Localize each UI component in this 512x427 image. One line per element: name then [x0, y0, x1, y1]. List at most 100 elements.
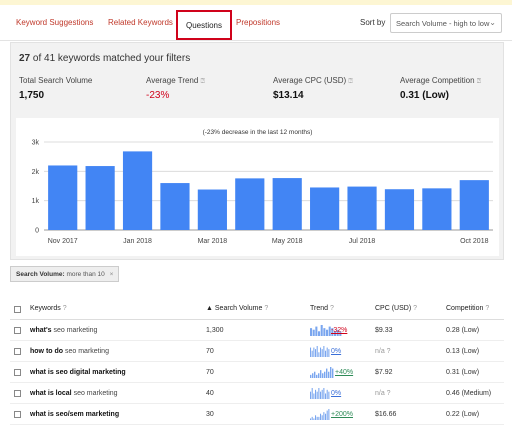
average-competition-label: Average Competition ⍰ [400, 76, 481, 85]
chart-bar[interactable] [122, 151, 153, 230]
keyword-cell[interactable]: what is seo digital marketing [30, 369, 126, 376]
tab-related-keywords[interactable]: Related Keywords [108, 18, 173, 27]
average-trend-label: Average Trend ⍰ [146, 76, 205, 85]
sparkline-bar [315, 415, 317, 420]
trend-sparkline [310, 409, 330, 420]
close-icon[interactable]: × [110, 271, 114, 278]
keyword-cell[interactable]: how to do seo marketing [30, 348, 109, 355]
competition-cell: 0.28 (Low) [446, 327, 480, 334]
chart-bar[interactable] [197, 189, 227, 230]
sparkline-bar [323, 412, 325, 420]
cpc-cell: $9.33 [375, 327, 393, 334]
sparkline-bar [316, 416, 318, 420]
column-cpc[interactable]: CPC (USD) ? [375, 305, 417, 312]
sparkline-bar [324, 371, 326, 378]
average-cpc-label: Average CPC (USD) ⍰ [273, 76, 353, 85]
column-keywords[interactable]: Keywords ? [30, 305, 67, 312]
help-icon[interactable]: ⍰ [348, 78, 352, 85]
chart-bar[interactable] [422, 188, 452, 230]
cpc-cell: n/a ? [375, 390, 391, 397]
column-competition[interactable]: Competition ? [446, 305, 489, 312]
chart-bar[interactable] [384, 189, 415, 230]
chart-bar[interactable] [459, 180, 489, 230]
competition-cell: 0.31 (Low) [446, 369, 480, 376]
summary-panel: 27 of 41 keywords matched your filters T… [10, 42, 504, 260]
x-tick-label: Mar 2018 [198, 238, 228, 245]
help-icon[interactable]: ? [413, 305, 417, 312]
row-checkbox[interactable] [14, 369, 21, 376]
competition-cell: 0.13 (Low) [446, 348, 480, 355]
keyword-cell[interactable]: what is seo/sem marketing [30, 411, 119, 418]
sparkline-bar [328, 371, 330, 378]
table-header: Keywords ? ▲ Search Volume ? Trend ? CPC… [10, 298, 504, 320]
column-trend[interactable]: Trend ? [310, 305, 334, 312]
help-icon[interactable]: ? [330, 305, 334, 312]
sparkline-bar [320, 370, 322, 378]
help-icon[interactable]: ? [264, 305, 268, 312]
sort-select[interactable]: Search Volume - high to low ⌄ [390, 13, 502, 33]
chart-bar[interactable] [160, 183, 190, 230]
table-row[interactable]: what is seo/sem marketing 30 +200% $16.6… [10, 404, 504, 425]
table-row[interactable]: what's seo marketing 1,300 -32% $9.33 0.… [10, 320, 504, 341]
chart-bar[interactable] [48, 165, 78, 230]
filter-chip[interactable]: Search Volume: more than 10 × [10, 266, 120, 282]
x-tick-label: Jul 2018 [349, 238, 376, 245]
select-all-checkbox[interactable] [14, 306, 21, 313]
column-search-volume[interactable]: ▲ Search Volume ? [206, 305, 268, 312]
search-volume-chart: (-23% decrease in the last 12 months) 01… [16, 118, 499, 256]
sparkline-bar [320, 391, 322, 399]
sparkline-bar [325, 393, 327, 399]
tab-keyword-suggestions[interactable]: Keyword Suggestions [16, 18, 93, 27]
sparkline-bar [326, 389, 328, 399]
sort-select-value: Search Volume - high to low [396, 19, 490, 28]
row-checkbox[interactable] [14, 327, 21, 334]
sparkline-bar [323, 346, 325, 357]
match-count: 27 [19, 53, 31, 64]
sort-label: Sort by [360, 18, 386, 27]
competition-cell: 0.46 (Medium) [446, 390, 492, 397]
sparkline-bar [328, 391, 330, 399]
chart-canvas: 0 1k 2k 3k Nov 2017 Jan 2018 Mar 2018 May 2018 J… [32, 140, 493, 245]
help-icon[interactable]: ? [63, 305, 67, 312]
keyword-cell[interactable]: what is local seo marketing [30, 390, 118, 397]
sparkline-bar [310, 328, 313, 336]
sparkline-bar [310, 347, 312, 357]
sparkline-bar [321, 349, 323, 357]
volume-cell: 40 [206, 390, 214, 397]
trend-value[interactable]: 0% [331, 348, 341, 355]
tab-prepositions[interactable]: Prepositions [236, 18, 280, 27]
chart-bar[interactable] [272, 178, 302, 230]
row-checkbox[interactable] [14, 390, 21, 397]
chart-bar[interactable] [235, 178, 265, 230]
chart-bar[interactable] [347, 186, 377, 230]
sparkline-bar [316, 391, 318, 399]
chart-bar[interactable] [310, 187, 340, 230]
chevron-down-icon: ⌄ [489, 18, 496, 27]
cpc-cell: $16.66 [375, 411, 397, 418]
sparkline-bar [326, 329, 329, 336]
sparkline-bar [315, 389, 317, 399]
sparkline-bar [332, 368, 334, 378]
tab-questions[interactable]: Questions [176, 10, 232, 40]
help-icon[interactable]: ⍰ [201, 78, 205, 85]
chart-bar[interactable] [85, 166, 115, 230]
help-icon[interactable]: ? [485, 305, 489, 312]
trend-value[interactable]: +40% [335, 369, 353, 376]
trend-value[interactable]: -32% [331, 327, 347, 334]
row-checkbox[interactable] [14, 348, 21, 355]
sparkline-bar [315, 349, 317, 357]
trend-value[interactable]: +200% [331, 411, 353, 418]
help-icon[interactable]: ⍰ [477, 78, 481, 85]
y-tick-label: 1k [32, 198, 40, 205]
volume-cell: 70 [206, 348, 214, 355]
trend-value[interactable]: 0% [331, 390, 341, 397]
sparkline-bar [310, 391, 312, 399]
competition-cell: 0.22 (Low) [446, 411, 480, 418]
table-row[interactable]: what is seo digital marketing 70 +40% $7… [10, 362, 504, 383]
table-row[interactable]: how to do seo marketing 70 0% n/a ? 0.13… [10, 341, 504, 362]
table-row[interactable]: what is local seo marketing 40 0% n/a ? … [10, 383, 504, 404]
y-tick-label: 3k [32, 140, 40, 147]
match-text: of 41 keywords matched your filters [32, 53, 191, 64]
row-checkbox[interactable] [14, 411, 21, 418]
keyword-cell[interactable]: what's seo marketing [30, 327, 97, 334]
